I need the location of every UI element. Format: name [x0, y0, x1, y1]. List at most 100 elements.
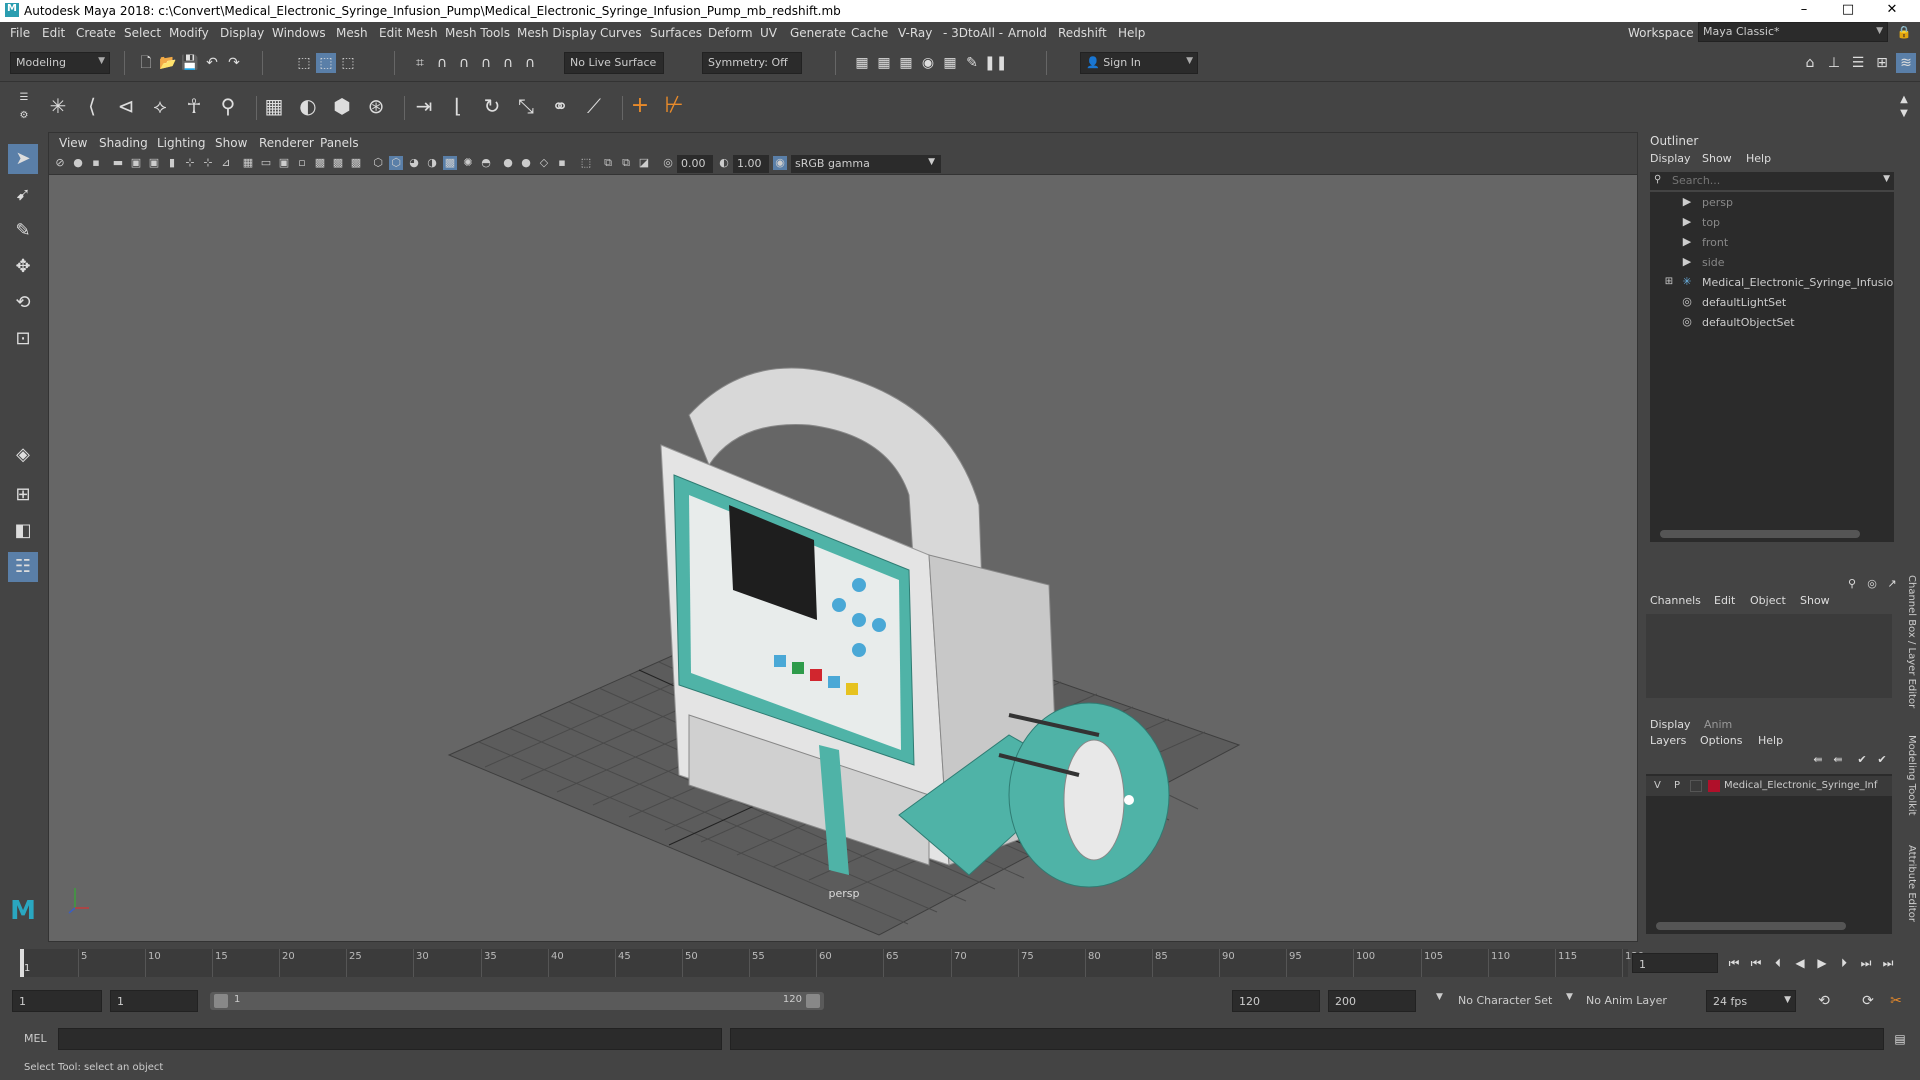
- outliner-horizontal-scrollbar[interactable]: [1660, 530, 1860, 538]
- move-layer-up-icon[interactable]: ⇚: [1808, 750, 1828, 770]
- shelf-menu-icon[interactable]: ☰: [14, 88, 34, 108]
- workspace-dropdown[interactable]: Maya Classic* ▼: [1698, 22, 1888, 42]
- menu-redshift[interactable]: Redshift: [1058, 26, 1107, 40]
- menu-deform[interactable]: Deform: [708, 26, 753, 40]
- select-component-icon[interactable]: ⬚: [338, 53, 358, 73]
- channel-key-icon[interactable]: ⚲: [1842, 574, 1862, 594]
- close-button[interactable]: ✕: [1872, 2, 1912, 20]
- new-layer-icon[interactable]: ✔: [1852, 750, 1872, 770]
- current-frame-field[interactable]: 1: [1632, 953, 1718, 973]
- depth-of-field-icon[interactable]: ✺: [461, 156, 475, 170]
- new-layer-selected-icon[interactable]: ✔: [1872, 750, 1892, 770]
- snap-grid-icon[interactable]: ⌗: [410, 53, 430, 73]
- menu-select[interactable]: Select: [124, 26, 161, 40]
- film-gate-icon[interactable]: ⊹: [201, 156, 215, 170]
- go-to-start-icon[interactable]: ⏮: [1724, 953, 1744, 973]
- layer-menu-layers[interactable]: Layers: [1650, 734, 1686, 747]
- menu-vray[interactable]: V-Ray: [898, 26, 932, 40]
- animation-end-field[interactable]: 200: [1328, 990, 1416, 1012]
- outliner-item-front[interactable]: ▶ front: [1650, 232, 1894, 252]
- isolate-icon[interactable]: ⬡: [389, 156, 403, 170]
- symmetry-dropdown[interactable]: Symmetry: Off: [702, 52, 802, 74]
- channel-box-icon[interactable]: ⊞: [1872, 53, 1892, 73]
- range-end-handle[interactable]: [806, 994, 820, 1008]
- channel-menu-edit[interactable]: Edit: [1714, 594, 1735, 607]
- redo-icon[interactable]: ↷: [224, 53, 244, 73]
- outliner-menu-help[interactable]: Help: [1746, 152, 1771, 165]
- scale-tool-icon[interactable]: ⊡: [8, 324, 38, 354]
- lock-icon[interactable]: 🔒: [1894, 22, 1914, 42]
- parent-constraint-icon[interactable]: ⚭: [550, 96, 570, 116]
- color-mgmt-icon[interactable]: ◇: [537, 156, 551, 170]
- panel-layout-icon[interactable]: ⧉: [601, 156, 615, 170]
- anim-layer-dropdown[interactable]: No Anim Layer: [1580, 990, 1680, 1012]
- ambient-occlusion-icon[interactable]: ◕: [407, 156, 421, 170]
- gamma-toggle-icon[interactable]: ◐: [717, 156, 731, 170]
- layer-type-toggle[interactable]: [1690, 780, 1702, 792]
- command-input[interactable]: [58, 1028, 722, 1050]
- menu-cache[interactable]: Cache: [851, 26, 888, 40]
- menu-edit[interactable]: Edit: [42, 26, 65, 40]
- shelf-settings-icon[interactable]: ⚙: [14, 106, 34, 126]
- filter-icon[interactable]: ⚲: [1654, 174, 1661, 185]
- wrap-icon[interactable]: ⊛: [366, 96, 386, 116]
- viewport-menu-panels[interactable]: Panels: [320, 136, 359, 150]
- panel-restore-icon[interactable]: ◪: [637, 156, 651, 170]
- chevron-down-icon[interactable]: ▼: [1566, 992, 1573, 1002]
- sign-in-dropdown[interactable]: 👤 Sign In ▼: [1080, 52, 1198, 74]
- new-scene-icon[interactable]: 🗋: [136, 53, 156, 73]
- layer-row[interactable]: V P Medical_Electronic_Syringe_Inf: [1646, 776, 1892, 796]
- lasso-tool-icon[interactable]: ➹: [8, 180, 38, 210]
- joint-tool-icon[interactable]: ✳: [48, 96, 68, 116]
- point-constraint-icon[interactable]: ⇥: [414, 96, 434, 116]
- snap-view-icon[interactable]: ∩: [476, 53, 496, 73]
- save-scene-icon[interactable]: 💾: [180, 53, 200, 73]
- modeling-toolkit-icon[interactable]: ⌂: [1800, 53, 1820, 73]
- auto-key-icon[interactable]: ⟳: [1858, 991, 1878, 1011]
- ipr-render-icon[interactable]: ▦: [896, 53, 916, 73]
- tab-modeling-toolkit[interactable]: Modeling Toolkit: [1906, 735, 1917, 816]
- resolution-gate-icon[interactable]: ⊿: [219, 156, 233, 170]
- menu-3dtoall[interactable]: - 3DtoAll -: [943, 26, 1003, 40]
- layer-menu-help[interactable]: Help: [1758, 734, 1783, 747]
- step-forward-frame-icon[interactable]: ⏵: [1834, 953, 1854, 973]
- menu-curves[interactable]: Curves: [600, 26, 642, 40]
- menu-mesh-display[interactable]: Mesh Display: [517, 26, 597, 40]
- lattice-icon[interactable]: ▦: [264, 96, 284, 116]
- smooth-shade-icon[interactable]: ▭: [259, 156, 273, 170]
- step-forward-key-icon[interactable]: ⏭: [1856, 953, 1876, 973]
- ik-handle-icon[interactable]: ⟨: [82, 96, 102, 116]
- menu-windows[interactable]: Windows: [272, 26, 326, 40]
- viewport-scene[interactable]: persp: [49, 175, 1637, 941]
- layer-color-swatch[interactable]: [1708, 780, 1720, 792]
- layout-outliner-icon[interactable]: ☷: [8, 552, 38, 582]
- time-slider-track[interactable]: 1 5 10 15 20 25 30 35 40 45 50 55 60 65 70 75 80 85 90 95 1…: [20, 949, 1644, 977]
- blend-shape-icon[interactable]: ⬢: [332, 96, 352, 116]
- bind-skin-icon[interactable]: ⟡: [150, 96, 170, 116]
- color-space-toggle-icon[interactable]: ◉: [773, 156, 787, 170]
- fps-dropdown[interactable]: 24 fps ▼: [1706, 990, 1796, 1012]
- layer-visibility-toggle[interactable]: V: [1654, 780, 1661, 791]
- undo-icon[interactable]: ↶: [202, 53, 222, 73]
- image-plane-icon[interactable]: ▣: [129, 156, 143, 170]
- color-space-dropdown[interactable]: sRGB gamma ▼: [791, 155, 941, 173]
- paint-select-icon[interactable]: ✎: [8, 216, 38, 246]
- channel-menu-object[interactable]: Object: [1750, 594, 1786, 607]
- menu-mesh[interactable]: Mesh: [336, 26, 368, 40]
- aim-constraint-icon[interactable]: ⌊: [448, 96, 468, 116]
- channel-expand-icon[interactable]: ↗: [1882, 574, 1902, 594]
- menu-display[interactable]: Display: [220, 26, 264, 40]
- xray-icon[interactable]: ⬡: [371, 156, 385, 170]
- cluster-icon[interactable]: ◐: [298, 96, 318, 116]
- menu-surfaces[interactable]: Surfaces: [650, 26, 702, 40]
- anti-aliasing-icon[interactable]: ▩: [443, 156, 457, 170]
- gamma-icon[interactable]: ●: [519, 156, 533, 170]
- viewport-panel[interactable]: View Shading Lighting Show Renderer Pane…: [48, 132, 1638, 942]
- snap-live-icon[interactable]: ∩: [520, 53, 540, 73]
- outliner-item-default-object-set[interactable]: ◎ defaultObjectSet: [1650, 312, 1894, 332]
- expand-icon[interactable]: ⊞: [1662, 275, 1676, 289]
- tab-channel-box-layer-editor[interactable]: Channel Box / Layer Editor: [1906, 575, 1917, 708]
- command-language-toggle[interactable]: MEL: [24, 1032, 47, 1045]
- menu-arnold[interactable]: Arnold: [1008, 26, 1047, 40]
- camera-attributes-icon[interactable]: ▪: [89, 156, 103, 170]
